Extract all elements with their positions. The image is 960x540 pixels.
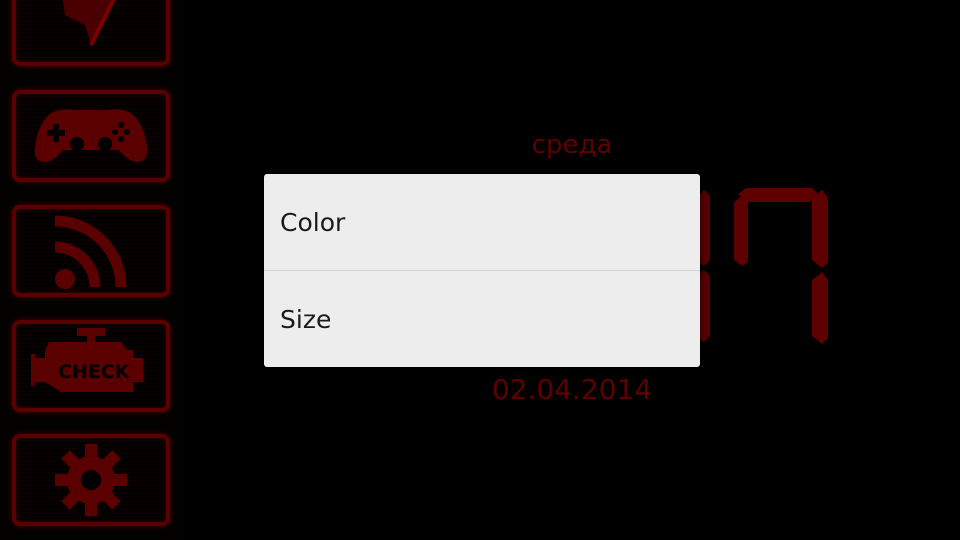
sidebar-item-navigation[interactable]	[12, 0, 170, 66]
sidebar-item-settings[interactable]	[12, 434, 170, 526]
sidebar: CHECK	[0, 0, 185, 540]
check-label: CHECK	[58, 361, 130, 383]
size-option[interactable]: Size	[264, 271, 700, 367]
sidebar-item-rss[interactable]	[12, 205, 170, 297]
seven-segment-digits	[694, 188, 828, 344]
weekday-label: среда	[531, 130, 613, 160]
sidebar-item-games[interactable]	[12, 90, 170, 182]
rss-icon	[54, 215, 127, 289]
screen: CHECK среда 02.04.2014 Color Size	[0, 0, 960, 540]
navigation-arrow-icon	[63, 0, 116, 46]
sidebar-item-check-engine[interactable]: CHECK	[12, 320, 170, 412]
gamepad-icon	[34, 109, 148, 162]
time-digits	[690, 188, 830, 352]
gear-icon	[55, 444, 127, 516]
date-label: 02.04.2014	[491, 373, 653, 406]
color-option[interactable]: Color	[264, 174, 700, 270]
options-dialog: Color Size	[264, 174, 700, 367]
